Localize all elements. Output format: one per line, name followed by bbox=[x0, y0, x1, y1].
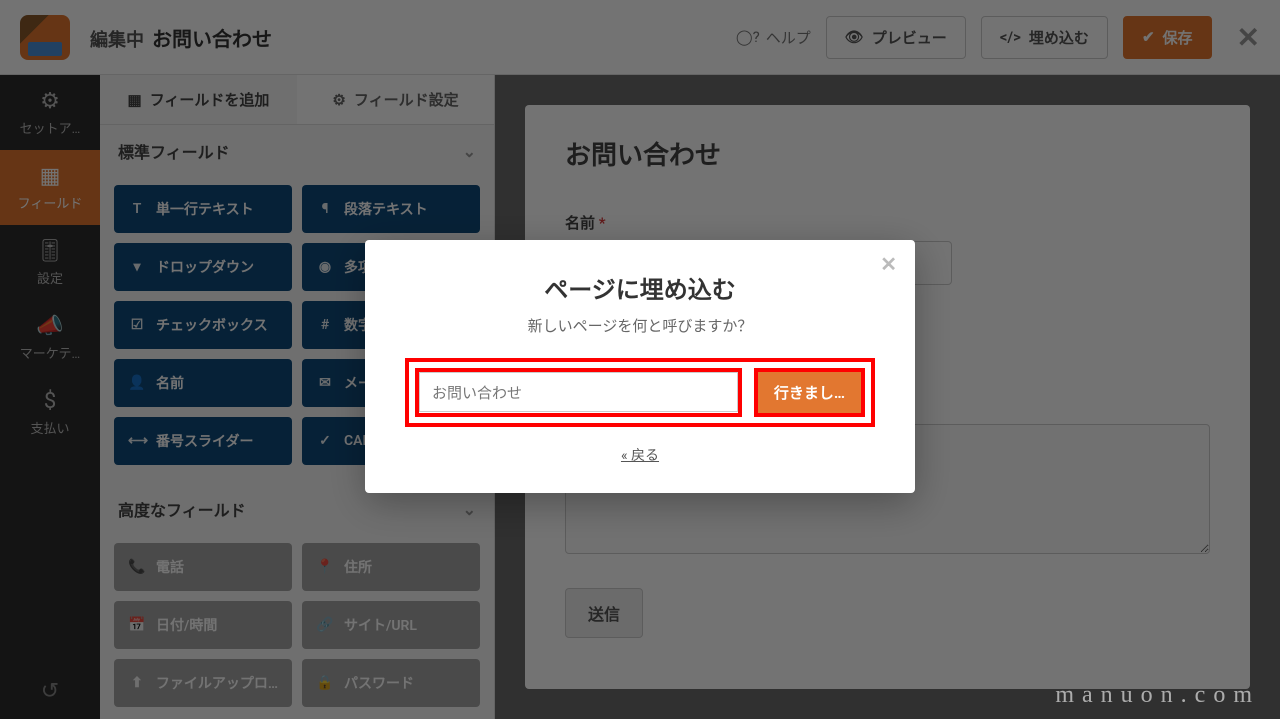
page-name-input[interactable] bbox=[419, 372, 738, 412]
modal-title: ページに埋め込む bbox=[405, 270, 875, 305]
modal-overlay[interactable]: ✕ ページに埋め込む 新しいページを何と呼びますか？ 行きまし… « 戻る bbox=[0, 0, 1280, 719]
go-button[interactable]: 行きまし… bbox=[758, 372, 861, 413]
back-link[interactable]: « 戻る bbox=[405, 445, 875, 465]
modal-input-highlight bbox=[415, 368, 742, 417]
modal-input-row: 行きまし… bbox=[405, 358, 875, 427]
embed-page-modal: ✕ ページに埋め込む 新しいページを何と呼びますか？ 行きまし… « 戻る bbox=[365, 240, 915, 493]
modal-go-highlight: 行きまし… bbox=[754, 368, 865, 417]
modal-subtitle: 新しいページを何と呼びますか？ bbox=[405, 315, 875, 336]
modal-close-button[interactable]: ✕ bbox=[880, 252, 897, 276]
